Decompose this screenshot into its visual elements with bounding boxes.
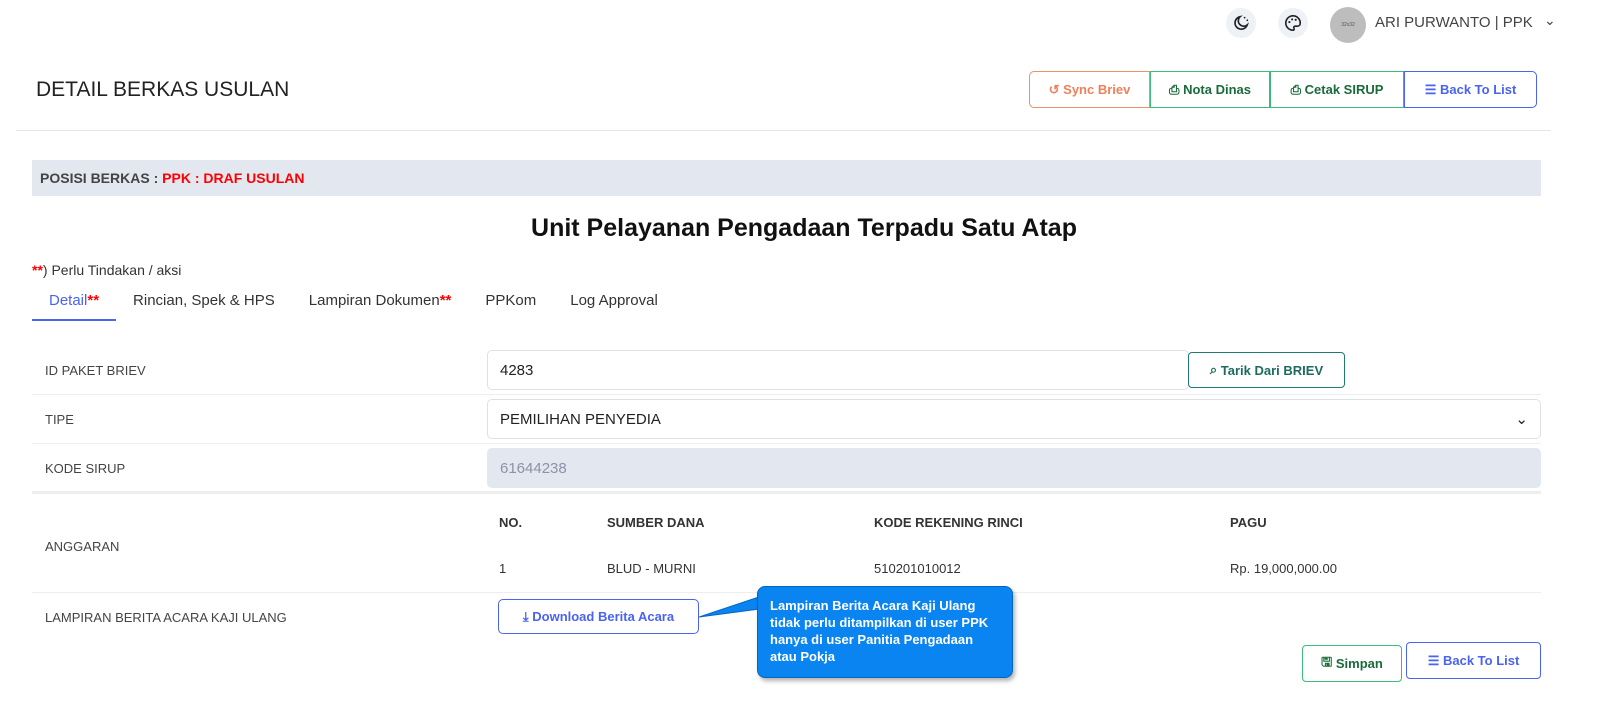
download-berita-acara-button[interactable]: ⤓ Download Berita Acara [498, 599, 699, 634]
anggaran-label: ANGGARAN [45, 539, 120, 554]
tab-label: Log Approval [570, 292, 658, 309]
tab-mark: ** [439, 292, 452, 309]
col-header: PAGU [1230, 515, 1267, 530]
tarik-briev-button[interactable]: ⌕ Tarik Dari BRIEV [1188, 352, 1345, 388]
row-tipe: TIPE PEMILIHAN PENYEDIA ⌄ [32, 395, 1541, 444]
download-icon: ⤓ [522, 608, 533, 624]
note-text: ) Perlu Tindakan / aksi [42, 262, 182, 278]
tab-mark: ** [87, 292, 100, 309]
simpan-button[interactable]: 🖫 Simpan [1302, 645, 1402, 682]
chevron-down-icon: ⌄ [1515, 411, 1528, 428]
id-paket-input[interactable]: 4283 [487, 350, 1189, 390]
table-cell: Rp. 19,000,000.00 [1230, 561, 1337, 576]
annotation-tooltip: Lampiran Berita Acara Kaji Ulang tidak p… [757, 586, 1013, 678]
tab-label: PPKom [485, 292, 537, 309]
avatar-placeholder-text: 32x32 [1341, 22, 1355, 28]
tab-ppkom[interactable]: PPKom [468, 290, 553, 321]
sync-label: Sync Briev [1063, 81, 1131, 97]
id-paket-label: ID PAKET BRIEV [45, 363, 146, 378]
list-icon: ☰ [1424, 81, 1437, 97]
unit-title: Unit Pelayanan Pengadaan Terpadu Satu At… [531, 214, 1077, 242]
tab-label: Detail [49, 292, 88, 309]
divider [16, 130, 1551, 131]
save-icon: 🖫 [1321, 653, 1336, 669]
posisi-value: PPK : DRAF USULAN [162, 170, 305, 186]
tipe-label: TIPE [45, 412, 74, 427]
col-header: KODE REKENING RINCI [874, 515, 1023, 530]
back-label: Back To List [1442, 653, 1520, 668]
row-kode-sirup: KODE SIRUP 61644238 [32, 444, 1541, 494]
page-title: DETAIL BERKAS USULAN [36, 78, 290, 101]
print-icon: ⎙ [1290, 81, 1302, 97]
moon-stars-icon [1234, 15, 1249, 30]
list-icon: ☰ [1427, 652, 1443, 668]
table-cell: 1 [499, 561, 507, 576]
kode-sirup-label: KODE SIRUP [45, 461, 126, 476]
tab-lampiran-dokumen[interactable]: Lampiran Dokumen** [292, 290, 469, 321]
search-icon: ⌕ [1209, 362, 1221, 377]
simpan-label: Simpan [1335, 656, 1383, 671]
avatar[interactable]: 32x32 [1330, 7, 1366, 43]
table-cell: BLUD - MURNI [607, 561, 696, 576]
posisi-berkas-bar: POSISI BERKAS : PPK : DRAF USULAN [32, 160, 1541, 196]
tarik-label: Tarik Dari BRIEV [1220, 362, 1324, 378]
row-anggaran: ANGGARAN [32, 497, 1541, 593]
col-header: SUMBER DANA [607, 515, 705, 530]
back-label: Back To List [1439, 81, 1517, 97]
dark-mode-toggle[interactable] [1226, 8, 1256, 38]
note-mark: ** [32, 262, 43, 278]
tab-label: Lampiran Dokumen [308, 292, 440, 309]
back-to-list-button[interactable]: ☰ Back To List [1404, 71, 1537, 108]
theme-button[interactable] [1278, 8, 1308, 38]
posisi-label: POSISI BERKAS : [40, 170, 163, 186]
history-icon: ↺ [1048, 81, 1060, 97]
print-icon: ⎙ [1169, 81, 1180, 97]
back-to-list-bottom-button[interactable]: ☰ Back To List [1406, 642, 1541, 679]
kode-sirup-input[interactable]: 61644238 [487, 448, 1541, 488]
col-header: NO. [499, 515, 523, 530]
tab-label: Rincian, Spek & HPS [133, 292, 275, 309]
tab-rincian[interactable]: Rincian, Spek & HPS [116, 290, 292, 321]
cetak-sirup-button[interactable]: ⎙ Cetak SIRUP [1270, 71, 1404, 108]
tipe-select[interactable]: PEMILIHAN PENYEDIA ⌄ [487, 399, 1541, 439]
lampiran-label: LAMPIRAN BERITA ACARA KAJI ULANG [45, 610, 287, 625]
sync-briev-button[interactable]: ↺ Sync Briev [1029, 71, 1150, 108]
download-label: Download Berita Acara [532, 609, 675, 624]
nota-dinas-button[interactable]: ⎙ Nota Dinas [1150, 71, 1270, 108]
action-button-group: ↺ Sync Briev ⎙ Nota Dinas ⎙ Cetak SIRUP … [1029, 71, 1537, 108]
table-cell: 510201010012 [874, 561, 961, 576]
palette-icon [1285, 14, 1302, 32]
chevron-down-icon[interactable]: ⌄ [1544, 12, 1556, 29]
nota-label: Nota Dinas [1183, 81, 1251, 97]
action-note: **) Perlu Tindakan / aksi [32, 262, 181, 278]
user-menu[interactable]: ARI PURWANTO | PPK [1375, 14, 1533, 31]
cetak-label: Cetak SIRUP [1304, 81, 1384, 97]
tab-detail[interactable]: Detail** [32, 290, 117, 321]
tipe-value: PEMILIHAN PENYEDIA [500, 410, 661, 428]
tooltip-pointer [699, 596, 760, 618]
tab-log-approval[interactable]: Log Approval [553, 290, 675, 321]
tabs: Detail** Rincian, Spek & HPS Lampiran Do… [32, 290, 675, 321]
